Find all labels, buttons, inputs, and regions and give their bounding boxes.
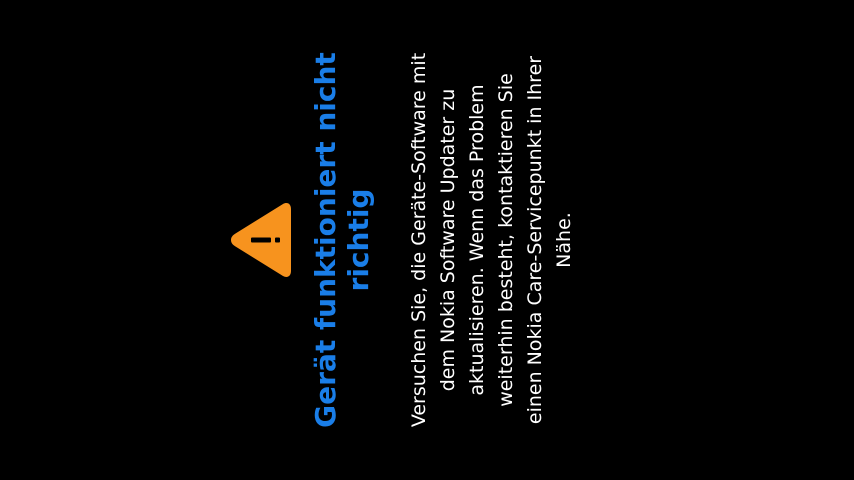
error-screen: Gerät funktioniert nicht richtig Versuch… <box>0 0 854 480</box>
error-message-line: aktualisieren. Wenn das Problem <box>466 84 488 396</box>
error-dialog: Gerät funktioniert nicht richtig Versuch… <box>227 0 587 480</box>
error-message-line: einen Nokia Care-Servicepunkt in Ihrer <box>524 55 546 425</box>
error-title-line: richtig <box>342 188 375 292</box>
error-title-line: Gerät funktioniert nicht <box>309 52 342 428</box>
error-message-line: Versuchen Sie, die Geräte-Software mit <box>408 52 430 428</box>
error-message: Versuchen Sie, die Geräte-Software mit d… <box>405 0 579 480</box>
error-title: Gerät funktioniert nicht richtig <box>309 0 375 480</box>
error-message-line: weiterhin besteht, kontaktieren Sie <box>495 73 517 407</box>
warning-icon <box>227 200 293 280</box>
error-message-line: dem Nokia Software Updater zu <box>437 88 459 392</box>
error-message-line: Nähe. <box>553 212 575 268</box>
